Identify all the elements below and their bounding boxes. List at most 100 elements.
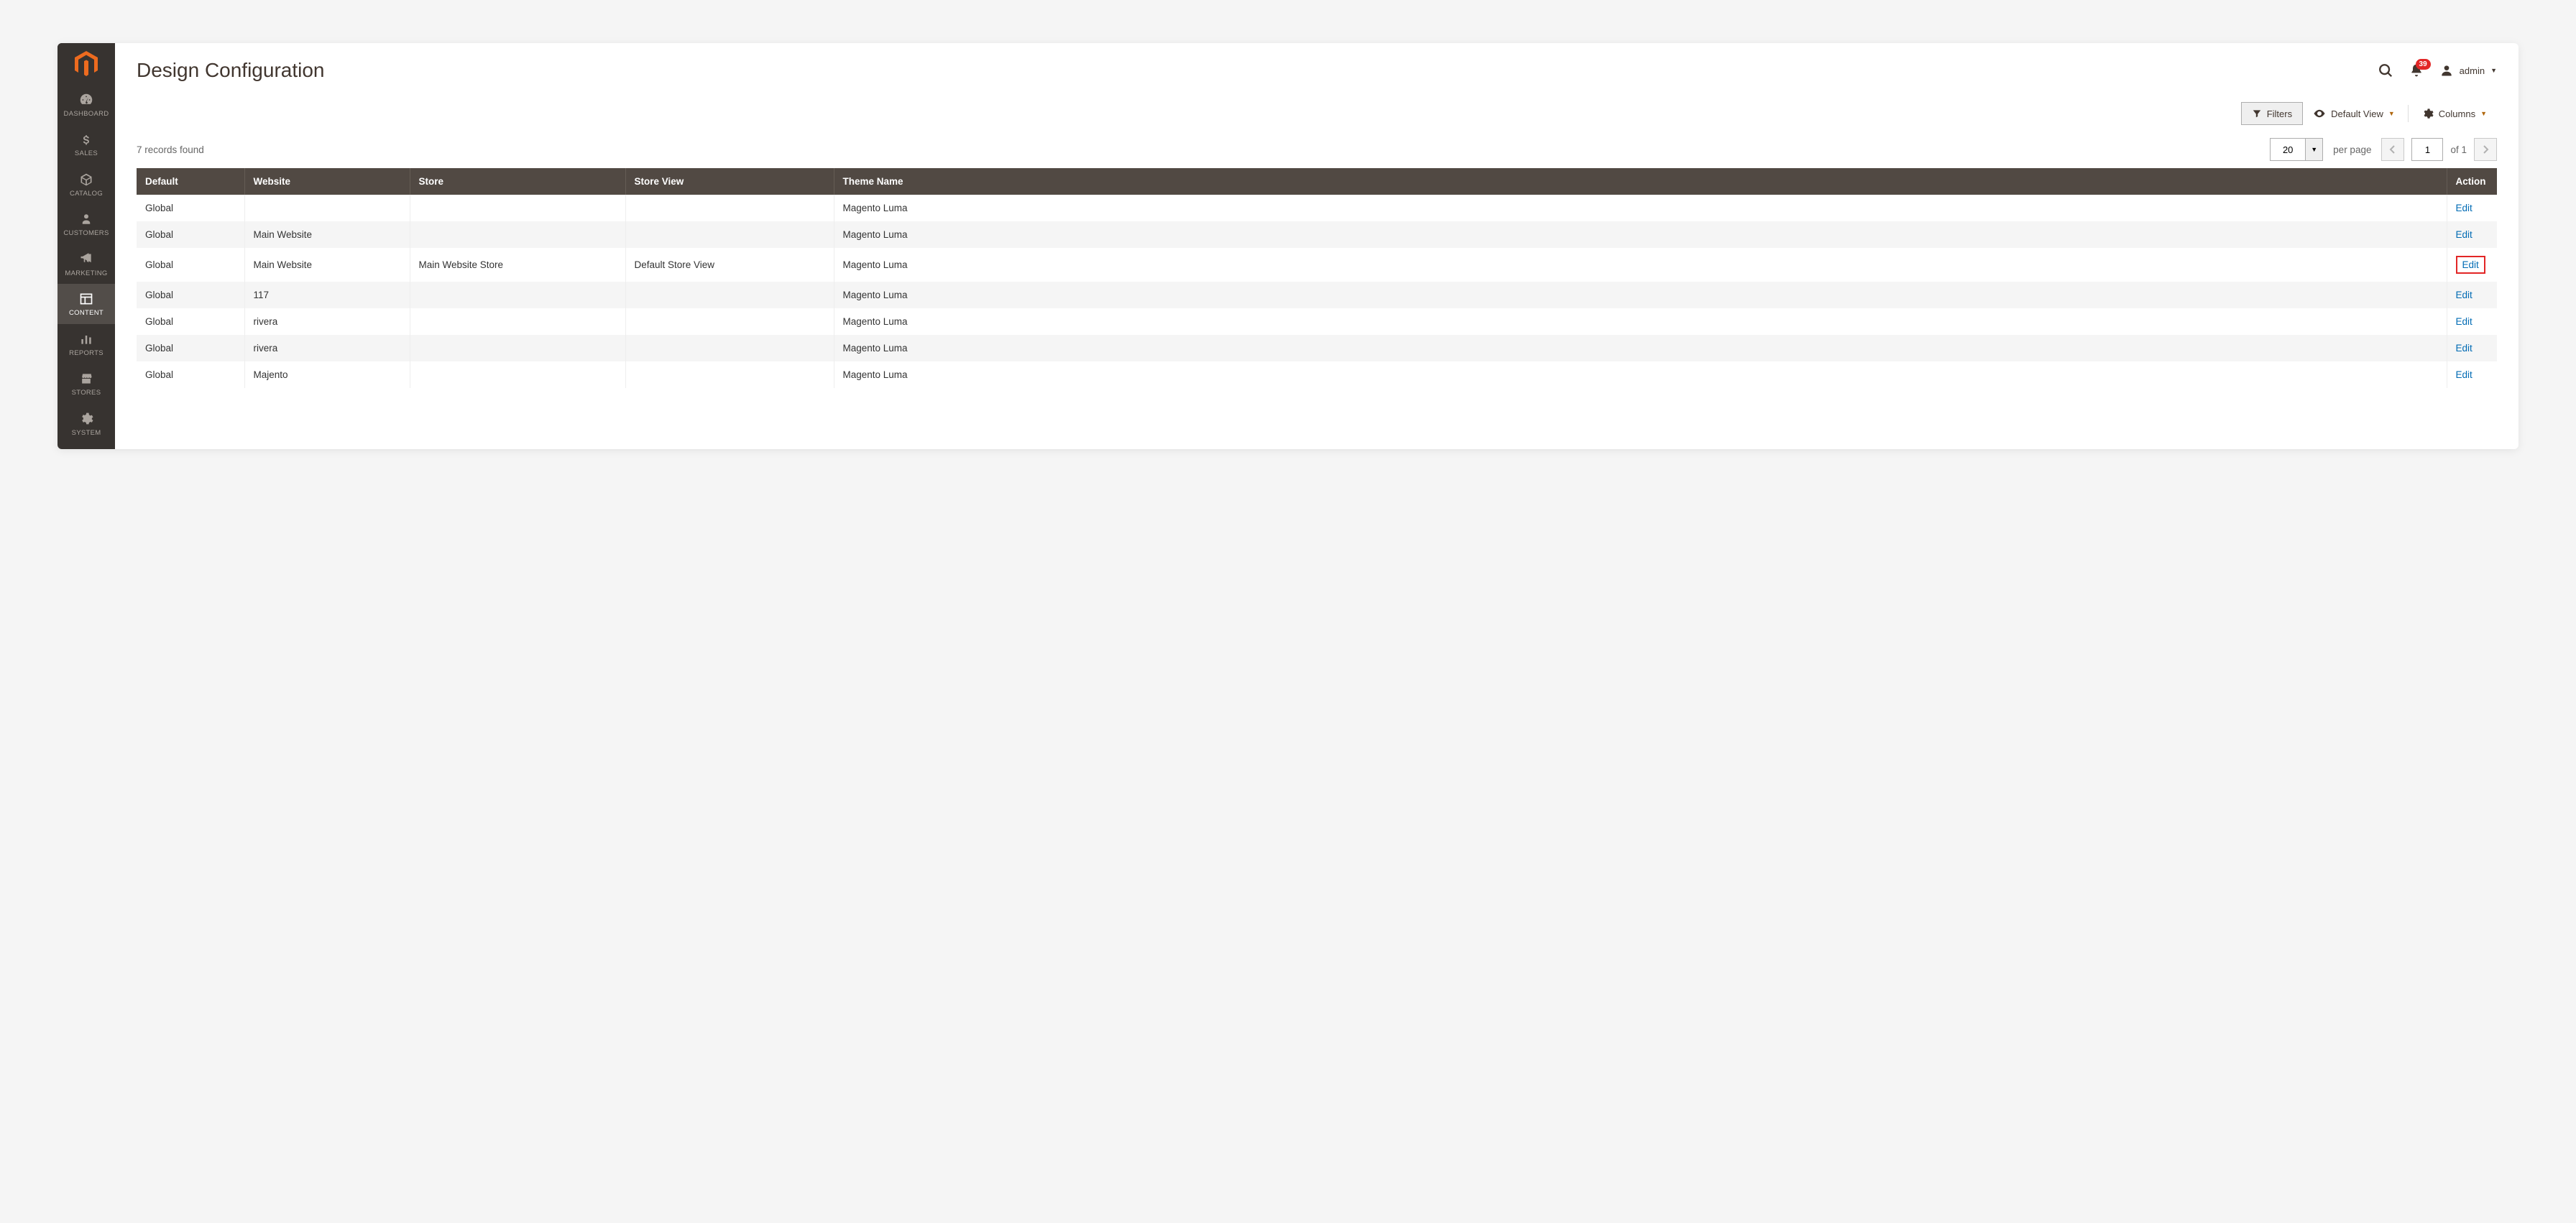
edit-link[interactable]: Edit [2456, 343, 2472, 354]
default-view-button[interactable]: Default View ▼ [2303, 102, 2405, 125]
cell-default: Global [137, 248, 244, 282]
data-grid: DefaultWebsiteStoreStore ViewTheme NameA… [137, 168, 2497, 388]
nav-item-marketing[interactable]: MARKETING [58, 244, 115, 284]
prev-page-button[interactable] [2381, 138, 2404, 161]
magento-icon [75, 51, 98, 77]
edit-link[interactable]: Edit [2456, 256, 2485, 274]
cell-default: Global [137, 195, 244, 221]
cell-action: Edit [2447, 282, 2497, 308]
person-icon [78, 211, 94, 227]
cell-theme: Magento Luma [834, 195, 2447, 221]
edit-link[interactable]: Edit [2456, 229, 2472, 240]
cell-website: Main Website [244, 248, 410, 282]
cell-action: Edit [2447, 195, 2497, 221]
toolbar: Filters Default View ▼ Columns ▼ [137, 102, 2497, 125]
edit-link[interactable]: Edit [2456, 203, 2472, 213]
page-title: Design Configuration [137, 59, 325, 82]
column-header[interactable]: Default [137, 168, 244, 195]
filters-label: Filters [2267, 109, 2292, 119]
chevron-right-icon [2482, 145, 2489, 154]
per-page-label: per page [2333, 144, 2371, 155]
chevron-down-icon: ▼ [2388, 110, 2395, 117]
nav-label: CUSTOMERS [63, 230, 109, 237]
gear-icon [78, 411, 94, 427]
nav-item-customers[interactable]: CUSTOMERS [58, 204, 115, 244]
search-icon [2378, 63, 2393, 78]
user-menu[interactable]: admin ▼ [2439, 63, 2497, 78]
page-input[interactable] [2411, 138, 2443, 161]
user-name: admin [2460, 65, 2485, 76]
nav-item-stores[interactable]: STORES [58, 364, 115, 403]
columns-button[interactable]: Columns ▼ [2411, 102, 2497, 125]
nav-label: CATALOG [70, 190, 103, 198]
cell-website: rivera [244, 308, 410, 335]
nav-label: DASHBOARD [64, 111, 109, 118]
chevron-down-icon: ▼ [2490, 67, 2497, 74]
table-row: Global Magento Luma Edit [137, 195, 2497, 221]
per-page-dropdown[interactable]: ▼ [2306, 138, 2323, 161]
cell-default: Global [137, 335, 244, 361]
table-row: GlobalMajentoMagento LumaEdit [137, 361, 2497, 388]
cell-default: Global [137, 361, 244, 388]
nav-item-content[interactable]: CONTENT [58, 284, 115, 323]
columns-label: Columns [2439, 109, 2475, 119]
notifications-button[interactable]: 39 [2409, 63, 2424, 78]
header-row: Design Configuration 39 admin ▼ [137, 59, 2497, 82]
cell-website: rivera [244, 335, 410, 361]
pager-controls: ▼ per page of 1 [2270, 138, 2497, 161]
page-total: of 1 [2450, 144, 2467, 155]
nav-item-dashboard[interactable]: DASHBOARD [58, 85, 115, 124]
notification-badge: 39 [2416, 59, 2431, 70]
separator [2408, 105, 2409, 122]
search-button[interactable] [2378, 63, 2393, 78]
next-page-button[interactable] [2474, 138, 2497, 161]
edit-link[interactable]: Edit [2456, 316, 2472, 327]
box-icon [78, 172, 94, 188]
cell-website: 117 [244, 282, 410, 308]
column-header[interactable]: Website [244, 168, 410, 195]
cell-action: Edit [2447, 248, 2497, 282]
per-page-select: ▼ [2270, 138, 2323, 161]
column-header[interactable]: Action [2447, 168, 2497, 195]
default-view-label: Default View [2331, 109, 2383, 119]
logo[interactable] [58, 43, 115, 85]
sidebar: DASHBOARD SALES CATALOG CUSTOMERS MARKETING C… [58, 43, 115, 449]
cell-website: Main Website [244, 221, 410, 248]
cell-default: Global [137, 282, 244, 308]
nav-item-sales[interactable]: SALES [58, 124, 115, 164]
main-content: Design Configuration 39 admin ▼ Fi [115, 43, 2518, 449]
cell-theme: Magento Luma [834, 221, 2447, 248]
edit-link[interactable]: Edit [2456, 290, 2472, 300]
records-found: 7 records found [137, 144, 204, 155]
per-page-input[interactable] [2270, 138, 2306, 161]
cell-theme: Magento Luma [834, 282, 2447, 308]
filters-button[interactable]: Filters [2241, 102, 2303, 125]
eye-icon [2313, 107, 2326, 120]
cell-store [410, 308, 625, 335]
nav-label: CONTENT [69, 310, 104, 317]
column-header[interactable]: Store View [625, 168, 834, 195]
cell-store [410, 221, 625, 248]
megaphone-icon [78, 251, 94, 267]
cell-store [410, 361, 625, 388]
column-header[interactable]: Store [410, 168, 625, 195]
nav-item-system[interactable]: SYSTEM [58, 404, 115, 443]
user-icon [2439, 63, 2454, 78]
nav-item-catalog[interactable]: CATALOG [58, 165, 115, 204]
edit-link[interactable]: Edit [2456, 369, 2472, 380]
nav-item-reports[interactable]: REPORTS [58, 324, 115, 364]
cell-theme: Magento Luma [834, 248, 2447, 282]
cell-store_view [625, 221, 834, 248]
cell-store [410, 335, 625, 361]
app-card: DASHBOARD SALES CATALOG CUSTOMERS MARKETING C… [58, 43, 2518, 449]
page-nav: of 1 [2381, 138, 2497, 161]
cell-action: Edit [2447, 308, 2497, 335]
cell-store_view [625, 308, 834, 335]
cell-theme: Magento Luma [834, 308, 2447, 335]
cell-website [244, 195, 410, 221]
cell-store_view [625, 361, 834, 388]
pager-row: 7 records found ▼ per page of 1 [137, 138, 2497, 161]
cell-store_view: Default Store View [625, 248, 834, 282]
column-header[interactable]: Theme Name [834, 168, 2447, 195]
cell-store [410, 282, 625, 308]
